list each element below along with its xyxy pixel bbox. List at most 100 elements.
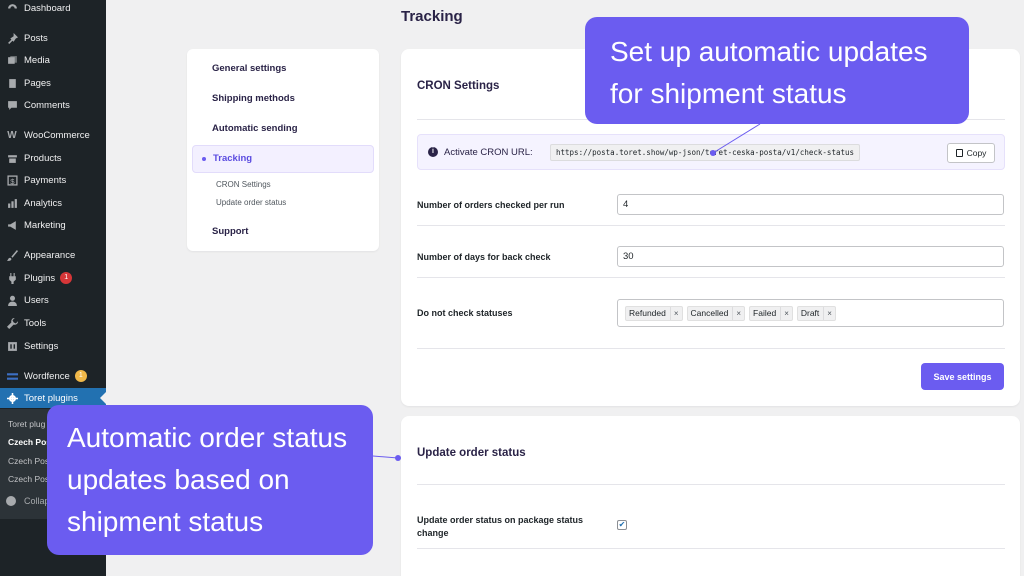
days-back-check-label: Number of days for back check: [417, 252, 551, 262]
plug-icon: [6, 272, 18, 284]
status-tag: Draft ×: [796, 305, 836, 321]
media-icon: [6, 54, 18, 66]
sidebar-item-posts[interactable]: Posts: [0, 28, 106, 48]
divider: [417, 548, 1005, 549]
remove-tag-icon[interactable]: ×: [823, 306, 835, 320]
status-tag-label: Draft: [800, 308, 820, 318]
sidebar-item-label: Settings: [24, 340, 59, 352]
sidebar-item-label: Dashboard: [24, 2, 71, 14]
sidebar-item-pages[interactable]: Pages: [0, 73, 106, 93]
dollar-icon: $: [6, 174, 18, 186]
sidebar-item-wordfence[interactable]: Wordfence 1: [0, 366, 106, 386]
activate-cron-label: Activate CRON URL:: [444, 147, 533, 158]
sidebar-item-analytics[interactable]: Analytics: [0, 193, 106, 213]
remove-tag-icon[interactable]: ×: [780, 306, 792, 320]
svg-text:$: $: [10, 176, 15, 185]
sidebar-item-appearance[interactable]: Appearance: [0, 245, 106, 265]
sidebar-item-label: Products: [24, 152, 62, 164]
nav-sub-update-order-status[interactable]: Update order status: [216, 198, 286, 207]
sidebar-item-label: WooCommerce: [24, 129, 90, 141]
copy-icon: [955, 149, 963, 157]
save-settings-button[interactable]: Save settings: [921, 363, 1004, 390]
sidebar-item-label: Payments: [24, 174, 67, 186]
plugins-update-badge: 1: [60, 272, 73, 284]
sidebar-item-products[interactable]: Products: [0, 148, 106, 168]
checkmark-icon: ✔: [618, 520, 626, 529]
do-not-check-statuses-label: Do not check statuses: [417, 308, 513, 318]
cron-url[interactable]: https://posta.toret.show/wp-json/toret-c…: [550, 144, 861, 161]
status-tag: Cancelled ×: [686, 305, 746, 321]
sidebar-item-comments[interactable]: Comments: [0, 95, 106, 115]
nav-tracking-label: Tracking: [213, 153, 253, 164]
sidebar-item-label: Comments: [24, 99, 70, 111]
user-icon: [6, 294, 18, 306]
sidebar-item-plugins[interactable]: Plugins 1: [0, 268, 106, 288]
status-tag: Refunded ×: [625, 305, 683, 321]
update-on-package-change-label: Update order status on package status ch…: [417, 515, 584, 538]
update-order-status-title: Update order status: [417, 447, 526, 459]
nav-sub-cron-settings[interactable]: CRON Settings: [216, 180, 271, 189]
divider: [417, 277, 1005, 278]
sidebar-item-users[interactable]: Users: [0, 290, 106, 310]
active-dot-icon: [202, 157, 206, 161]
nav-tracking[interactable]: Tracking: [192, 145, 374, 173]
wordfence-icon: [6, 370, 18, 382]
submenu-item-czech-post[interactable]: Czech Post: [8, 456, 48, 466]
sidebar-item-tools[interactable]: Tools: [0, 313, 106, 333]
nav-automatic-sending[interactable]: Automatic sending: [212, 123, 298, 134]
sidebar-item-label: Analytics: [24, 197, 63, 209]
sidebar-item-label: Marketing: [24, 219, 66, 231]
divider: [417, 484, 1005, 485]
cron-url-box: i Activate CRON URL: https://posta.toret…: [417, 134, 1005, 170]
collapse-label: Collap: [24, 496, 50, 506]
sidebar-item-label: Appearance: [24, 249, 76, 261]
update-order-status-card: Update order status Update order status …: [401, 416, 1020, 576]
megaphone-icon: [6, 219, 18, 231]
woocommerce-icon: W: [7, 129, 17, 141]
days-back-check-input[interactable]: 30: [617, 246, 1004, 267]
comment-icon: [6, 99, 18, 111]
nav-support[interactable]: Support: [212, 226, 248, 237]
copy-label: Copy: [966, 148, 987, 158]
sidebar-item-label: Toret plugins: [24, 392, 78, 404]
remove-tag-icon[interactable]: ×: [732, 306, 744, 320]
submenu-item-toret[interactable]: Toret plug: [8, 419, 48, 429]
nav-general-settings[interactable]: General settings: [212, 63, 286, 74]
archive-icon: [6, 152, 18, 164]
sidebar-item-settings[interactable]: Settings: [0, 336, 106, 356]
wordfence-badge: 1: [74, 370, 87, 382]
divider: [417, 225, 1005, 226]
collapse-menu[interactable]: Collap: [6, 496, 50, 506]
status-tag-label: Refunded: [629, 308, 666, 318]
cron-settings-title: CRON Settings: [417, 80, 500, 92]
sidebar-item-woocommerce[interactable]: W WooCommerce: [0, 125, 106, 145]
settings-nav: General settings Shipping methods Automa…: [187, 49, 379, 251]
sidebar-item-dashboard[interactable]: Dashboard: [0, 0, 106, 18]
copy-button[interactable]: Copy: [947, 143, 995, 163]
update-on-package-change-checkbox[interactable]: ✔: [617, 520, 627, 530]
brush-icon: [6, 249, 18, 261]
statuses-multiselect[interactable]: Refunded × Cancelled × Failed × Draft ×: [617, 299, 1004, 327]
sidebar-item-label: Users: [24, 294, 49, 306]
nav-shipping-methods[interactable]: Shipping methods: [212, 93, 295, 104]
sidebar-item-media[interactable]: Media: [0, 50, 106, 70]
remove-tag-icon[interactable]: ×: [669, 306, 682, 320]
bar-chart-icon: [6, 197, 18, 209]
wrench-icon: [6, 317, 18, 329]
submenu-item-czech-post-current[interactable]: Czech Post: [8, 437, 48, 447]
sidebar-item-label: Media: [24, 54, 50, 66]
sidebar-item-marketing[interactable]: Marketing: [0, 215, 106, 235]
callout-order-status: Automatic order status updates based on …: [47, 405, 373, 555]
sidebar-item-label: Plugins: [24, 272, 56, 284]
sidebar-item-label: Pages: [24, 77, 51, 89]
pin-icon: [6, 32, 18, 44]
submenu-item-czech-post[interactable]: Czech Post: [8, 474, 48, 484]
sidebar-item-label: Posts: [24, 32, 48, 44]
orders-per-run-label: Number of orders checked per run: [417, 200, 565, 210]
sidebar-item-label: Wordfence: [24, 370, 70, 382]
orders-per-run-input[interactable]: 4: [617, 194, 1004, 215]
sidebar-item-payments[interactable]: $ Payments: [0, 170, 106, 190]
callout-cron: Set up automatic updates for shipment st…: [585, 17, 969, 124]
collapse-icon: [6, 496, 16, 506]
sidebar-item-label: Tools: [24, 317, 47, 329]
